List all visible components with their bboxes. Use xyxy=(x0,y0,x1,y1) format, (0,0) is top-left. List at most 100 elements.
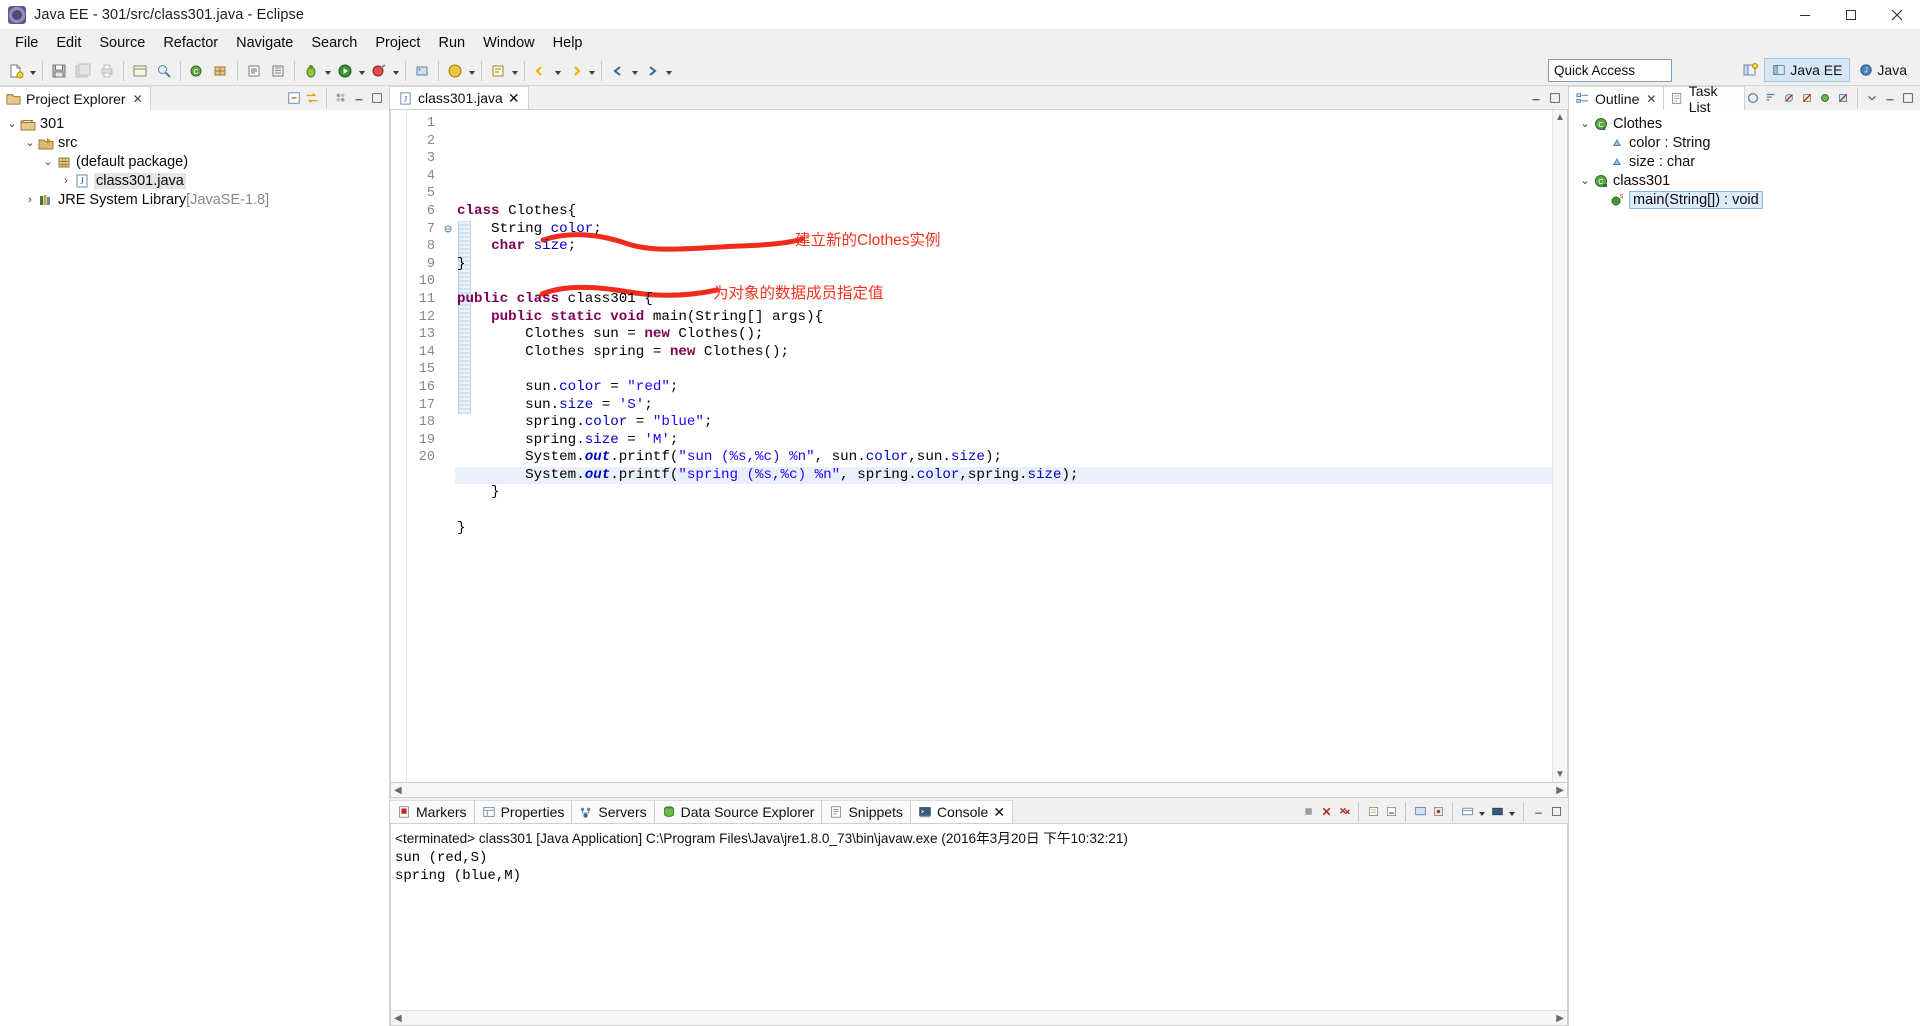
hide-fields-icon[interactable] xyxy=(1781,90,1797,106)
chevron-right-icon[interactable]: › xyxy=(22,194,38,206)
previous-annotation-dropdown-arrow[interactable] xyxy=(553,60,563,82)
outline-tree[interactable]: ⌄ C Clothes color : String size : char ⌄… xyxy=(1569,110,1920,1026)
new-dropdown-arrow[interactable] xyxy=(28,60,38,82)
code-editor[interactable]: 1 2 3 4 5 6 7 8 9 10 11 12 13 14 15 16 17 18 19 20 ⊖ class … xyxy=(390,110,1568,783)
save-icon[interactable] xyxy=(48,60,70,82)
tab-task-list[interactable]: Task List xyxy=(1664,83,1745,115)
project-tree[interactable]: ⌄ 301 ⌄ src ⌄ (default package) › J clas… xyxy=(0,110,389,1026)
quick-access-input[interactable]: Quick Access xyxy=(1548,59,1672,82)
run-dropdown-arrow[interactable] xyxy=(357,60,367,82)
maximize-button[interactable] xyxy=(1828,0,1874,30)
print-icon[interactable] xyxy=(96,60,118,82)
display-selected-console-icon[interactable] xyxy=(1459,804,1475,820)
minimize-button[interactable] xyxy=(1782,0,1828,30)
hide-local-types-icon[interactable] xyxy=(1835,90,1851,106)
tab-servers[interactable]: Servers xyxy=(572,800,655,823)
remove-launch-icon[interactable] xyxy=(1318,804,1334,820)
perspective-javaee-button[interactable]: Java EE xyxy=(1764,58,1851,82)
outline-item-main-method[interactable]: s main(String[]) : void xyxy=(1569,190,1920,209)
sort-icon[interactable] xyxy=(1763,90,1779,106)
minimize-editor-icon[interactable] xyxy=(1528,90,1544,106)
folding-ruler[interactable]: ⊖ xyxy=(441,110,471,782)
menu-run[interactable]: Run xyxy=(429,32,474,54)
search-icon[interactable] xyxy=(153,60,175,82)
terminate-icon[interactable] xyxy=(1300,804,1316,820)
outline-item-class301[interactable]: ⌄ C class301 xyxy=(1569,171,1920,190)
console-horizontal-scrollbar[interactable]: ◀ ▶ xyxy=(391,1010,1567,1025)
tab-console[interactable]: Console ✕ xyxy=(910,800,1014,823)
scroll-up-icon[interactable]: ▲ xyxy=(1555,112,1565,123)
menu-source[interactable]: Source xyxy=(90,32,154,54)
maximize-console-icon[interactable] xyxy=(1548,804,1564,820)
new-icon[interactable] xyxy=(5,60,27,82)
show-console-on-output-icon[interactable] xyxy=(1412,804,1428,820)
open-task-icon[interactable] xyxy=(487,60,509,82)
chevron-down-icon[interactable]: ⌄ xyxy=(22,136,38,149)
close-icon[interactable]: ✕ xyxy=(993,804,1005,821)
menu-search[interactable]: Search xyxy=(302,32,366,54)
open-console-arrow[interactable] xyxy=(1507,801,1517,823)
close-button[interactable] xyxy=(1874,0,1920,30)
back-icon[interactable] xyxy=(607,60,629,82)
scroll-lock-icon[interactable] xyxy=(1383,804,1399,820)
minimize-view-icon[interactable] xyxy=(351,90,367,106)
display-selected-console-arrow[interactable] xyxy=(1477,801,1487,823)
editor-vertical-scrollbar[interactable]: ▲ ▼ xyxy=(1552,110,1567,782)
maximize-view-icon[interactable] xyxy=(369,90,385,106)
coverage-dropdown-arrow[interactable] xyxy=(467,60,477,82)
scroll-left-icon[interactable]: ◀ xyxy=(394,1013,402,1024)
new-package-icon[interactable] xyxy=(210,60,232,82)
next-annotation-icon[interactable] xyxy=(564,60,586,82)
chevron-down-icon[interactable]: ⌄ xyxy=(1577,174,1593,187)
open-task-dropdown-arrow[interactable] xyxy=(510,60,520,82)
focus-on-active-task-icon[interactable] xyxy=(1745,90,1761,106)
hide-non-public-icon[interactable] xyxy=(1817,90,1833,106)
scroll-right-icon[interactable]: ▶ xyxy=(1556,785,1564,796)
pin-console-icon[interactable] xyxy=(1430,804,1446,820)
close-icon[interactable]: ✕ xyxy=(508,90,520,107)
outline-item-color[interactable]: color : String xyxy=(1569,133,1920,152)
console-view[interactable]: <terminated> class301 [Java Application]… xyxy=(390,823,1568,1026)
menu-project[interactable]: Project xyxy=(366,32,429,54)
chevron-down-icon[interactable]: ⌄ xyxy=(1577,117,1593,130)
maximize-view-icon[interactable] xyxy=(1900,90,1916,106)
previous-annotation-icon[interactable] xyxy=(530,60,552,82)
debug-icon[interactable] xyxy=(300,60,322,82)
hide-static-icon[interactable] xyxy=(1799,90,1815,106)
tab-snippets[interactable]: Snippets xyxy=(822,800,911,823)
chevron-down-icon[interactable]: ⌄ xyxy=(4,117,20,130)
menu-navigate[interactable]: Navigate xyxy=(227,32,302,54)
run-external-tools-icon[interactable] xyxy=(368,60,390,82)
show-whitespace-icon[interactable] xyxy=(267,60,289,82)
collapse-all-icon[interactable] xyxy=(286,90,302,106)
close-icon[interactable]: ✕ xyxy=(133,92,143,106)
open-console-icon[interactable] xyxy=(1489,804,1505,820)
toggle-mark-occurrences-icon[interactable] xyxy=(243,60,265,82)
save-all-icon[interactable] xyxy=(72,60,94,82)
scroll-right-icon[interactable]: ▶ xyxy=(1556,1013,1564,1024)
scroll-down-icon[interactable]: ▼ xyxy=(1555,769,1565,780)
chevron-down-icon[interactable]: ⌄ xyxy=(40,155,56,168)
tree-item-default-package[interactable]: ⌄ (default package) xyxy=(0,152,389,171)
menu-edit[interactable]: Edit xyxy=(47,32,90,54)
open-perspective-icon[interactable] xyxy=(1739,59,1761,81)
remove-all-terminated-icon[interactable] xyxy=(1336,804,1352,820)
new-java-class-icon[interactable]: C xyxy=(186,60,208,82)
link-with-editor-icon[interactable] xyxy=(304,90,320,106)
tab-properties[interactable]: Properties xyxy=(474,800,573,823)
fold-toggle[interactable]: ⊖ xyxy=(441,221,455,239)
tree-item-src[interactable]: ⌄ src xyxy=(0,133,389,152)
minimize-view-icon[interactable] xyxy=(1882,90,1898,106)
open-type-icon[interactable] xyxy=(129,60,151,82)
forward-icon[interactable] xyxy=(641,60,663,82)
debug-dropdown-arrow[interactable] xyxy=(323,60,333,82)
menu-file[interactable]: File xyxy=(6,32,47,54)
coverage-icon[interactable] xyxy=(444,60,466,82)
tree-item-jre-system-library[interactable]: › JRE System Library [JavaSE-1.8] xyxy=(0,190,389,209)
forward-dropdown-arrow[interactable] xyxy=(664,60,674,82)
new-server-icon[interactable] xyxy=(411,60,433,82)
outline-item-clothes[interactable]: ⌄ C Clothes xyxy=(1569,114,1920,133)
scroll-left-icon[interactable]: ◀ xyxy=(394,785,402,796)
tree-item-301[interactable]: ⌄ 301 xyxy=(0,114,389,133)
minimize-console-icon[interactable] xyxy=(1530,804,1546,820)
